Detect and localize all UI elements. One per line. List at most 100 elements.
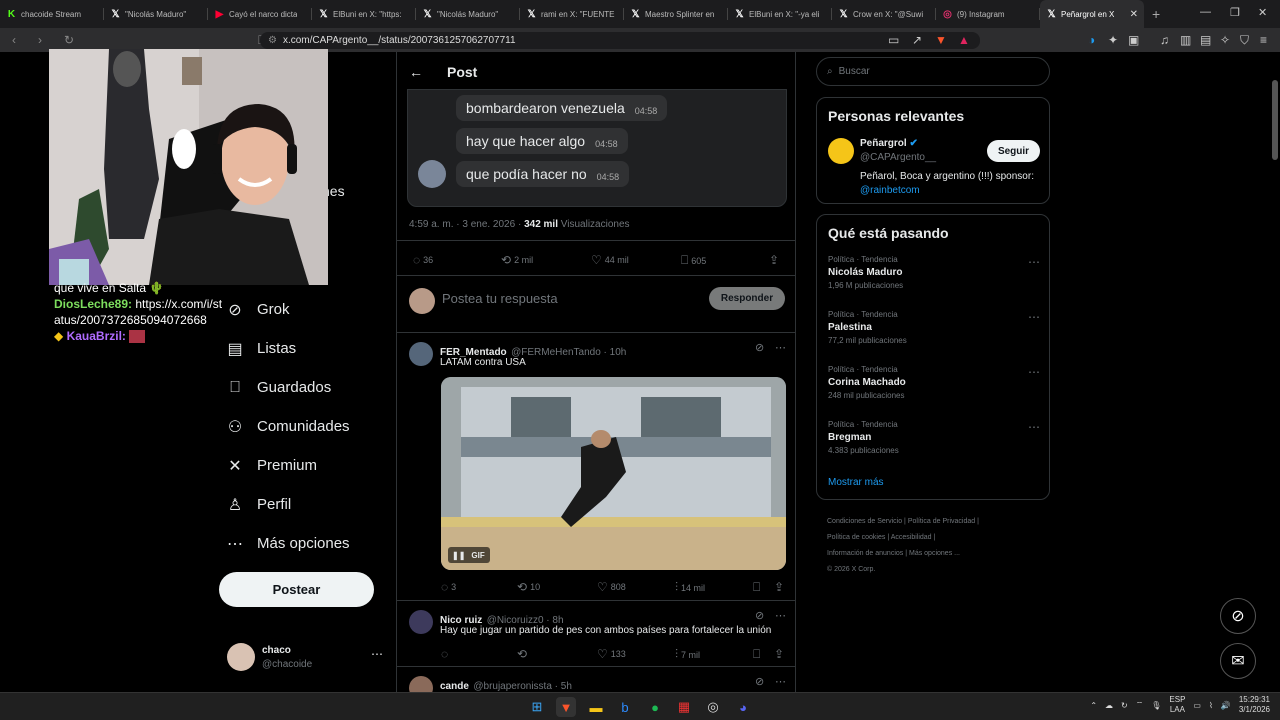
more-icon[interactable]: ⋯ (1028, 255, 1040, 269)
tweet-gif[interactable]: ❚❚ GIF (441, 377, 786, 570)
close-window-button[interactable]: ✕ (1258, 6, 1267, 19)
tab-6[interactable]: 𝕏 Maestro Splinter en (624, 0, 728, 28)
tab-4[interactable]: 𝕏 "Nicolás Maduro" (416, 0, 520, 28)
messages-fab-icon[interactable]: ✉ (1220, 643, 1256, 679)
avatar[interactable] (409, 342, 433, 366)
sidebar-item-perfil[interactable]: ♙ Perfil (225, 485, 385, 524)
gif-badge[interactable]: ❚❚ GIF (448, 547, 490, 563)
bing-icon[interactable]: b (615, 697, 635, 717)
brave-icon[interactable]: ▼ (556, 697, 576, 717)
wallet-icon[interactable]: ▣ (1128, 33, 1139, 47)
footer-link[interactable]: Política de Privacidad (908, 518, 975, 525)
grok-icon[interactable]: ⊘ (755, 609, 764, 622)
more-icon[interactable]: ⋯ (371, 647, 383, 661)
tab-3[interactable]: 𝕏 ElBuni en X: "https: (312, 0, 416, 28)
footer-link[interactable]: Accesibilidad (891, 534, 932, 541)
file-explorer-icon[interactable]: ▬ (586, 697, 606, 717)
reply-tweet[interactable]: Nico ruiz @Nicoruizz0 · 8h ⊘ ⋯ Hay que j… (397, 600, 795, 666)
reload-icon[interactable]: ↻ (64, 33, 78, 47)
display-icon[interactable]: ▭ (1193, 701, 1201, 710)
cast-icon[interactable]: ▭ (888, 33, 899, 47)
chevron-up-icon[interactable]: ⌃ (1090, 701, 1097, 710)
vpn-icon[interactable]: ⛉ (1240, 33, 1249, 48)
wallet2-icon[interactable]: ▤ (1200, 33, 1211, 47)
extension-icon[interactable]: ◑ (1088, 33, 1095, 47)
puzzle-icon[interactable]: ✦ (1108, 33, 1118, 47)
sidebar-item-listas[interactable]: ▤ Listas (225, 329, 385, 368)
profile-name-row[interactable]: Peñargrol ✔ (860, 138, 918, 149)
url-field[interactable]: ⚙ x.com/CAPArgento__/status/200736125706… (260, 32, 980, 49)
like-action[interactable]: ♡ 808 (597, 580, 626, 594)
post-button[interactable]: Postear (219, 572, 374, 607)
reply-action[interactable]: ◌ (441, 647, 451, 661)
discord-icon[interactable]: ◕ (733, 697, 753, 717)
author-name[interactable]: cande (440, 681, 469, 692)
menu-icon[interactable]: ≡ (1260, 33, 1267, 47)
reply-input[interactable]: Postea tu respuesta (442, 291, 558, 306)
pause-icon[interactable]: ❚❚ (452, 551, 465, 560)
leo-icon[interactable]: ✧ (1220, 33, 1230, 47)
maximize-button[interactable]: ❐ (1230, 6, 1240, 19)
share-action[interactable]: ⇪ (774, 580, 787, 594)
sync-icon[interactable]: ↻ (1121, 701, 1128, 710)
grok-fab-icon[interactable]: ⊘ (1220, 598, 1256, 634)
volume-icon[interactable]: 🔊 (1221, 701, 1231, 710)
forward-icon[interactable]: › (38, 33, 52, 47)
more-icon[interactable]: ⋯ (775, 675, 786, 688)
bookmark-action[interactable]: ⎕ (753, 580, 763, 595)
scrollbar-thumb[interactable] (1272, 80, 1278, 160)
sidebar-item-guardados[interactable]: ⎕ Guardados (225, 368, 385, 407)
share-action[interactable]: ⇪ (769, 253, 782, 267)
author-handle[interactable]: @FERMeHenTando · 10h (511, 347, 626, 358)
tab-1[interactable]: 𝕏 "Nicolás Maduro" (104, 0, 208, 28)
repost-action[interactable]: ⟲ 10 (517, 580, 540, 594)
bookmark-action[interactable]: ⎕ 605 (681, 253, 706, 268)
reply-tweet[interactable]: FER_Mentado @FERMeHenTando · 10h ⊘ ⋯ LAT… (397, 332, 795, 600)
back-icon[interactable]: ‹ (12, 33, 26, 47)
like-action[interactable]: ♡ 44 mil (591, 253, 629, 267)
share-icon[interactable]: ↗ (912, 33, 922, 47)
show-more-link[interactable]: Mostrar más (828, 477, 884, 488)
tab-2[interactable]: ▶ Cayó el narco dicta (208, 0, 312, 28)
sidebar-item-premium[interactable]: ✕ Premium (225, 446, 385, 485)
tab-9[interactable]: ◎ (9) Instagram (936, 0, 1040, 28)
clock[interactable]: 15:29:31 3/1/2026 (1239, 695, 1270, 715)
reply-button[interactable]: Responder (709, 287, 785, 310)
mic-icon[interactable]: 🎙 (1151, 701, 1161, 710)
profile-handle[interactable]: @CAPArgento__ (860, 152, 936, 163)
sidebar-icon[interactable]: ▥ (1180, 33, 1191, 47)
trend-item[interactable]: Política · Tendencia Corina Machado 248 mi… (828, 365, 1040, 400)
trend-item[interactable]: Política · Tendencia Nicolás Maduro 1,96 M… (828, 255, 1040, 290)
start-icon[interactable]: ⊞ (527, 697, 547, 717)
avatar[interactable] (828, 138, 854, 164)
post-image[interactable]: bombardearon venezuela 04:58 hay que hace… (407, 89, 787, 207)
account-switcher[interactable]: chaco @chacoide ⋯ (227, 643, 387, 675)
spotify-icon[interactable]: ● (645, 697, 665, 717)
footer-link[interactable]: Política de cookies (827, 534, 885, 541)
more-icon[interactable]: ⋯ (1028, 310, 1040, 324)
wifi-icon[interactable]: ⌇ (1209, 701, 1213, 710)
repost-action[interactable]: ⟲ 2 mil (501, 253, 533, 267)
back-arrow-icon[interactable]: ← (409, 64, 447, 80)
more-icon[interactable]: ⋯ (1028, 365, 1040, 379)
bio-link[interactable]: @rainbetcom (860, 185, 920, 196)
app-icon[interactable]: ▦ (674, 697, 694, 717)
footer-link[interactable]: Condiciones de Servicio (827, 518, 902, 525)
sidebar-item-grok[interactable]: ⊘ Grok (225, 290, 385, 329)
tab-8[interactable]: 𝕏 Crow en X: "@Suwi (832, 0, 936, 28)
reply-action[interactable]: ◌ 36 (413, 253, 433, 267)
like-action[interactable]: ♡ 133 (597, 647, 626, 661)
grok-icon[interactable]: ⊘ (755, 675, 764, 688)
music-icon[interactable]: ♫ (1160, 33, 1169, 47)
obs-icon[interactable]: ◎ (703, 697, 723, 717)
sidebar-item-comunidades[interactable]: ⚇ Comunidades (225, 407, 385, 446)
site-settings-icon[interactable]: ⚙ (268, 35, 277, 46)
trend-item[interactable]: Política · Tendencia Bregman 4.383 publica… (828, 420, 1040, 455)
tab-10[interactable]: 𝕏 Peñargrol en X ✕ (1040, 0, 1144, 28)
footer-link[interactable]: Más opciones ... (909, 550, 960, 557)
brave-rewards-icon[interactable]: ▲ (958, 33, 970, 47)
share-action[interactable]: ⇪ (774, 647, 787, 661)
tab-7[interactable]: 𝕏 ElBuni en X: "-ya eli (728, 0, 832, 28)
views-action[interactable]: ⫶ 7 mil (675, 647, 700, 662)
grok-icon[interactable]: ⊘ (755, 341, 764, 354)
